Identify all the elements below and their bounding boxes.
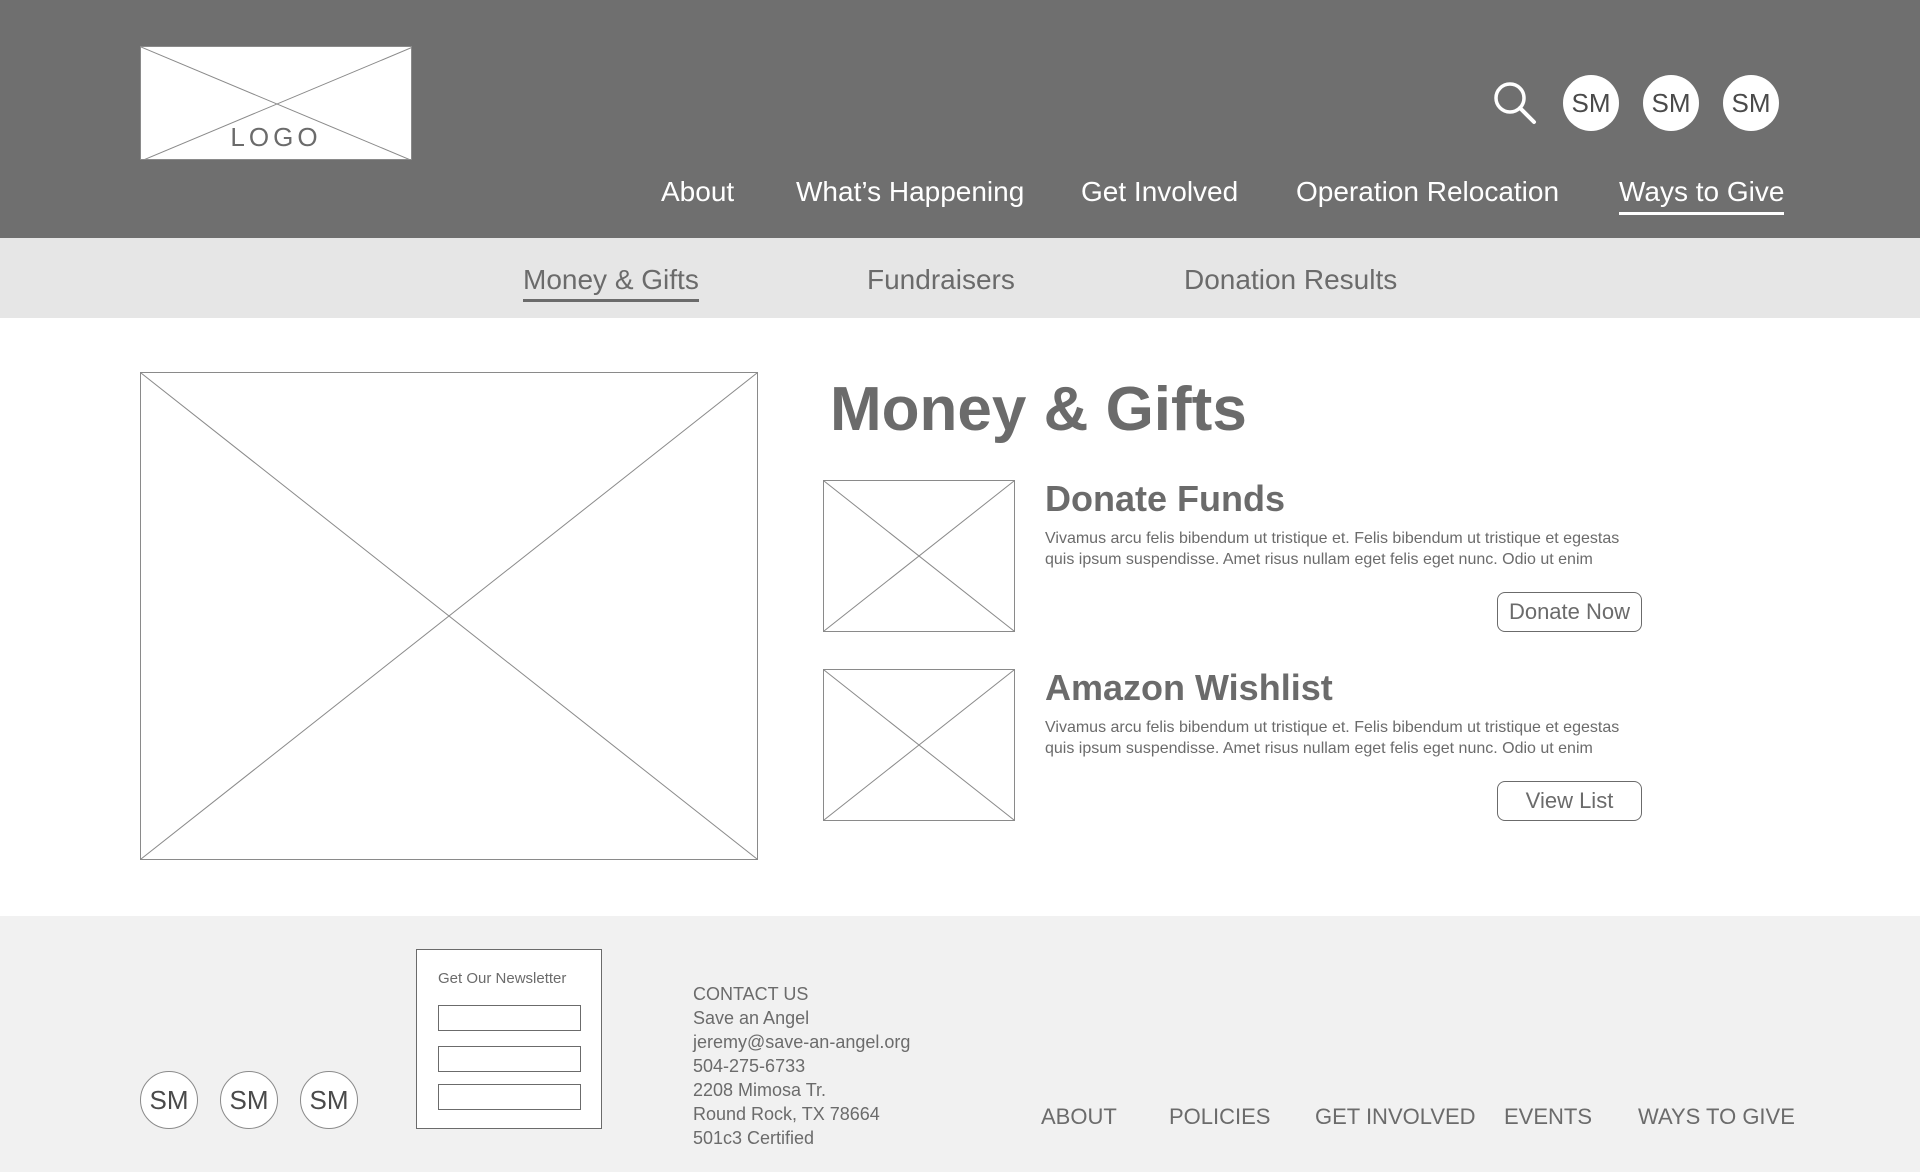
- contact-phone[interactable]: 504-275-6733: [693, 1054, 910, 1078]
- nav-operation-relocation[interactable]: Operation Relocation: [1296, 176, 1559, 208]
- footer-nav-policies[interactable]: POLICIES: [1169, 1104, 1270, 1130]
- footer-nav-about[interactable]: ABOUT: [1041, 1104, 1117, 1130]
- newsletter-input[interactable]: [438, 1084, 581, 1110]
- hero-image-placeholder: [140, 372, 758, 860]
- nav-whats-happening[interactable]: What’s Happening: [796, 176, 1024, 208]
- contact-address-line2: Round Rock, TX 78664: [693, 1104, 880, 1124]
- view-list-button[interactable]: View List: [1497, 781, 1642, 821]
- donate-funds-heading: Donate Funds: [1045, 478, 1285, 519]
- footer-social-media-icon[interactable]: SM: [140, 1071, 198, 1129]
- footer-nav-ways-to-give[interactable]: WAYS TO GIVE: [1638, 1104, 1795, 1130]
- subnav-fundraisers[interactable]: Fundraisers: [867, 264, 1015, 296]
- page-title: Money & Gifts: [830, 375, 1247, 444]
- subnav-donation-results[interactable]: Donation Results: [1184, 264, 1397, 296]
- sub-nav: Money & Gifts Fundraisers Donation Resul…: [0, 238, 1920, 318]
- site-footer: [0, 916, 1920, 1172]
- site-header: LOGO SM SM SM About What’s Happening Get…: [0, 0, 1920, 238]
- nav-ways-to-give[interactable]: Ways to Give: [1619, 176, 1785, 215]
- main-nav: About What’s Happening Get Involved Oper…: [0, 176, 1920, 220]
- contact-email[interactable]: jeremy@save-an-angel.org: [693, 1030, 910, 1054]
- social-media-icon[interactable]: SM: [1643, 75, 1699, 131]
- newsletter-form: Get Our Newsletter: [416, 949, 602, 1129]
- search-icon[interactable]: [1492, 80, 1538, 126]
- newsletter-title: Get Our Newsletter: [438, 970, 567, 987]
- nav-get-involved[interactable]: Get Involved: [1081, 176, 1238, 208]
- amazon-wishlist-image-placeholder: [823, 669, 1015, 821]
- newsletter-input[interactable]: [438, 1005, 581, 1031]
- nav-about[interactable]: About: [661, 176, 734, 208]
- social-media-icon[interactable]: SM: [1723, 75, 1779, 131]
- footer-nav-events[interactable]: EVENTS: [1504, 1104, 1592, 1130]
- social-media-icon[interactable]: SM: [1563, 75, 1619, 131]
- footer-social-media-icon[interactable]: SM: [300, 1071, 358, 1129]
- amazon-wishlist-heading: Amazon Wishlist: [1045, 667, 1333, 708]
- donate-funds-image-placeholder: [823, 480, 1015, 632]
- footer-social-media-icon[interactable]: SM: [220, 1071, 278, 1129]
- donate-now-button[interactable]: Donate Now: [1497, 592, 1642, 632]
- logo-text: LOGO: [230, 122, 322, 152]
- contact-org: Save an Angel: [693, 1008, 810, 1028]
- logo[interactable]: LOGO: [140, 46, 412, 160]
- contact-heading: CONTACT US: [693, 984, 809, 1004]
- footer-nav-get-involved[interactable]: GET INVOLVED: [1315, 1104, 1476, 1130]
- newsletter-input[interactable]: [438, 1046, 581, 1072]
- donate-funds-description: Vivamus arcu felis bibendum ut tristique…: [1045, 530, 1620, 568]
- contact-status: 501c3 Certified: [693, 1128, 815, 1148]
- amazon-wishlist-description: Vivamus arcu felis bibendum ut tristique…: [1045, 719, 1620, 757]
- contact-address-line1: 2208 Mimosa Tr.: [693, 1080, 827, 1100]
- subnav-money-gifts[interactable]: Money & Gifts: [523, 264, 699, 302]
- contact-info: CONTACT US Save an Angel jeremy@save-an-…: [693, 982, 910, 1150]
